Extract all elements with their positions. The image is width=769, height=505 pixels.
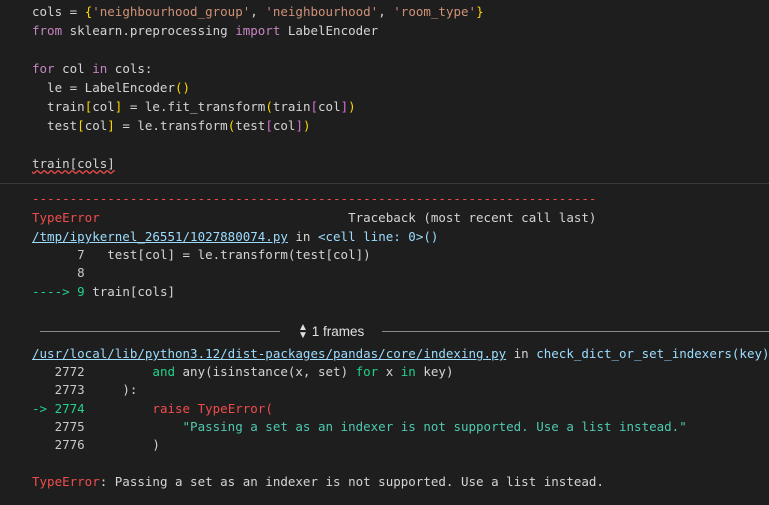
- frames-count: 1 frames: [311, 324, 365, 339]
- current-line-arrow: ----> 9: [32, 284, 85, 299]
- code-text: ): [84, 437, 160, 452]
- code-text: train: [272, 99, 311, 114]
- code-line-6[interactable]: train[col] = le.fit_transform(train[col]…: [32, 97, 356, 116]
- code-keyword: in: [92, 61, 108, 76]
- traceback-frame-2-header: /usr/local/lib/python3.12/dist-packages/…: [32, 344, 769, 363]
- code-bracket: [: [310, 99, 319, 114]
- code-keyword: import: [235, 23, 281, 38]
- code-line-9[interactable]: train[cols]: [32, 154, 115, 173]
- traceback-dashes: ----------------------------------------…: [32, 191, 597, 206]
- code-text: col: [84, 118, 108, 133]
- collapsed-frames-toggle[interactable]: ▲ ▼ 1 frames: [40, 322, 769, 341]
- traceback-line: 2773 ):: [32, 380, 138, 399]
- code-text: sklearn.preprocessing: [62, 23, 236, 38]
- code-line-1[interactable]: cols = {'neighbourhood_group', 'neighbou…: [32, 2, 484, 21]
- code-text: le = LabelEncoder: [32, 80, 175, 95]
- code-text: = le.fit_transform: [122, 99, 266, 114]
- code-text: ):: [84, 382, 138, 397]
- code-text: train[cols]: [84, 284, 175, 299]
- line-number: 2775: [32, 419, 85, 434]
- code-string: 'neighbourhood': [265, 4, 379, 19]
- traceback-title: Traceback (most recent call last): [99, 210, 597, 225]
- code-keyword: raise: [152, 401, 191, 416]
- code-text: key): [415, 364, 454, 379]
- line-number: 2772: [32, 364, 85, 379]
- code-paren: (: [265, 99, 273, 114]
- code-bracket: [: [265, 118, 273, 133]
- code-text: any(isinstance(x, set): [175, 364, 356, 379]
- code-text: col: [92, 99, 115, 114]
- traceback-line: 2775 "Passing a set as an indexer is not…: [32, 417, 687, 436]
- traceback-line: 2772 and any(isinstance(x, set) for x in…: [32, 362, 454, 381]
- line-number: 2773: [32, 382, 85, 397]
- traceback-line: 2776 ): [32, 435, 160, 454]
- code-text: x: [378, 364, 401, 379]
- traceback-frame-1-header: /tmp/ipykernel_26551/1027880074.py in <c…: [32, 227, 438, 246]
- code-text-error-squiggle: train[cols]: [32, 156, 115, 171]
- code-keyword: for: [32, 61, 55, 76]
- error-name: TypeError: [32, 210, 100, 225]
- code-keyword: in: [400, 364, 416, 379]
- frame-location: check_dict_or_set_indexers(key): [536, 346, 769, 361]
- code-text: col: [54, 61, 93, 76]
- traceback-line-current: -> 2774 raise TypeError(: [32, 399, 273, 418]
- code-paren: (): [175, 80, 191, 95]
- code-text: ,: [250, 4, 266, 19]
- code-string: 'room_type': [393, 4, 477, 19]
- code-text: TypeError(: [190, 401, 273, 416]
- code-text: col: [272, 118, 296, 133]
- traceback-header: TypeError Traceback (most recent call la…: [32, 208, 596, 227]
- expand-collapse-icon: ▲ ▼: [298, 322, 308, 342]
- code-string: 'neighbourhood_group': [92, 4, 251, 19]
- code-line-2[interactable]: from sklearn.preprocessing import LabelE…: [32, 21, 378, 40]
- traceback-line: 7 test[col] = le.transform(test[col]): [32, 245, 371, 264]
- code-text: cols:: [107, 61, 153, 76]
- line-number: 8: [32, 265, 85, 280]
- code-text: test[col] = le.transform(test[col]): [84, 247, 371, 262]
- code-line-7[interactable]: test[col] = le.transform(test[col]): [32, 116, 311, 135]
- code-text: train: [32, 99, 85, 114]
- code-text: in: [506, 346, 537, 361]
- error-name: TypeError: [32, 474, 100, 489]
- file-link[interactable]: /usr/local/lib/python3.12/dist-packages/…: [32, 346, 506, 361]
- code-line-5[interactable]: le = LabelEncoder(): [32, 78, 190, 97]
- code-text: test: [32, 118, 78, 133]
- code-keyword: from: [32, 23, 63, 38]
- code-bracket: ]: [107, 118, 115, 133]
- final-error-message: TypeError: Passing a set as an indexer i…: [32, 472, 604, 491]
- cell-output-divider: [0, 183, 769, 184]
- current-line-arrow: -> 2774: [32, 401, 85, 416]
- code-string: "Passing a set as an indexer is not supp…: [84, 419, 687, 434]
- frames-rule-left: [40, 331, 280, 332]
- code-bracket: ]: [295, 118, 303, 133]
- code-brace: }: [476, 4, 484, 19]
- code-text: in: [287, 229, 318, 244]
- code-text: col: [318, 99, 341, 114]
- traceback-line: 8: [32, 263, 85, 282]
- code-keyword: for: [355, 364, 379, 379]
- code-line-4[interactable]: for col in cols:: [32, 59, 152, 78]
- code-keyword: and: [152, 364, 175, 379]
- code-text: ,: [378, 4, 394, 19]
- code-text: test: [235, 118, 266, 133]
- code-paren: ): [348, 99, 356, 114]
- frames-rule-right: [382, 331, 769, 332]
- code-text: cols =: [32, 4, 85, 19]
- code-text: = le.transform: [114, 118, 228, 133]
- error-text: : Passing a set as an indexer is not sup…: [99, 474, 604, 489]
- traceback-line-current: ----> 9 train[cols]: [32, 282, 175, 301]
- code-bracket: [: [77, 118, 85, 133]
- frame-location: <cell line: 0>(): [317, 229, 439, 244]
- code-paren: ): [302, 118, 311, 133]
- line-number: 7: [32, 247, 85, 262]
- frames-toggle-label[interactable]: ▲ ▼ 1 frames: [298, 322, 364, 341]
- line-number: 2776: [32, 437, 85, 452]
- code-bracket: ]: [340, 99, 349, 114]
- file-link[interactable]: /tmp/ipykernel_26551/1027880074.py: [32, 229, 288, 244]
- code-text: LabelEncoder: [280, 23, 379, 38]
